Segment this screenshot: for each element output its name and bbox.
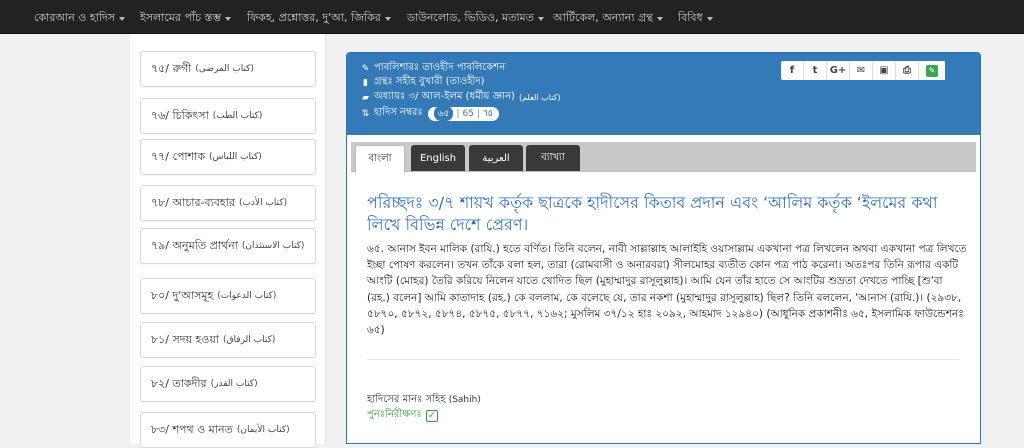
sidebar-item-arabic: (كتاب اللباس) xyxy=(209,152,262,162)
language-tabs: বাংলা English العربية ব্যাখ্যা xyxy=(351,142,976,173)
tab-arabic[interactable]: العربية xyxy=(469,145,523,171)
sidebar-item-softening[interactable]: ৮১/ সদয় হওয়া (كتاب الرقاق) xyxy=(140,322,316,358)
hadith-number-en: 65 xyxy=(462,108,474,119)
pdf-icon: ▣ xyxy=(879,65,889,76)
sidebar-item-arabic: (كتاب المرضى) xyxy=(195,64,254,74)
sidebar-item-patients[interactable]: ৭৫/ রুগী (كتاب المرضى) xyxy=(140,51,316,87)
nav-item-fiqh[interactable]: ফিকহ, প্রশ্নোত্তর, দু'আ, জিকির xyxy=(247,9,391,28)
recheck-label: পুনঃনিরীক্ষণঃ xyxy=(367,409,422,420)
google-plus-icon: G+ xyxy=(829,65,847,76)
pencil-icon: ✎ xyxy=(361,63,370,74)
section-title: পরিচ্ছদঃ ৩/৭ শায়খ কর্তৃক ছাত্রকে হাদীসে… xyxy=(367,193,938,234)
tab-english[interactable]: English xyxy=(411,145,465,171)
tab-explanation[interactable]: ব্যাখ্যা xyxy=(526,145,580,171)
nav-item-download[interactable]: ডাউনলোড, ভিডিও, মতামত xyxy=(407,9,544,28)
sidebar-item-arabic: (كتاب الأيمان) xyxy=(236,425,290,435)
sidebar-item-arabic: (كتاب الاستئذان) xyxy=(241,241,305,251)
nav-label: কোরআন ও হাদিস xyxy=(34,11,116,24)
hadith-number-badge: ৬৫ | 65 | ٦٥ xyxy=(427,106,499,121)
tab-label: العربية xyxy=(482,152,510,164)
sidebar-item-qadar[interactable]: ৮২/ তাকদীর (كتاب القدر) xyxy=(140,366,316,402)
sidebar-item-label: ৮১/ সদয় হওয়া xyxy=(151,332,220,346)
nav-label: আর্টিকেল, অন্যান্য গ্রন্থ xyxy=(553,11,653,24)
sidebar-item-label: ৭৭/ পোশাক xyxy=(151,149,206,163)
chapter-text[interactable]: অধ্যায়ঃ ৩/ আল-ইলম (ধর্মীয় জ্ঞান) xyxy=(374,89,515,106)
google-plus-share-button[interactable]: G+ xyxy=(827,61,850,80)
share-toolbar: f t G+ ✉ ▣ ⎙ ✎ xyxy=(781,61,945,80)
recheck-status: পুনঃনিরীক্ষণঃ ✓ xyxy=(367,407,438,424)
hadith-number-ar: ٦٥ xyxy=(483,108,493,119)
checkbox-checked-icon: ✓ xyxy=(425,409,438,422)
folder-icon: ▰ xyxy=(362,92,369,103)
edit-button[interactable]: ✎ xyxy=(919,61,945,80)
sidebar-item-supplications[interactable]: ৮০/ দু'আসমূহ (كتاب الدعوات) xyxy=(140,278,316,314)
sidebar-item-arabic: (كتاب الدعوات) xyxy=(217,291,277,301)
hadith-text: ৬৫. আনাস ইবন মালিক (রাযি.) হতে বর্ণিত। ত… xyxy=(367,243,967,337)
nav-label: বিবিধ xyxy=(678,11,703,24)
sidebar-item-arabic: (كتاب الطب) xyxy=(212,111,263,121)
sidebar-item-label: ৭৫/ রুগী xyxy=(151,61,192,75)
sidebar-item-dress[interactable]: ৭৭/ পোশাক (كتاب اللباس) xyxy=(140,139,316,175)
tab-label: বাংলা xyxy=(368,153,392,164)
chevron-down-icon xyxy=(656,16,663,21)
chevron-down-icon xyxy=(225,16,232,21)
edit-icon: ✎ xyxy=(926,64,938,77)
tab-label: ব্যাখ্যা xyxy=(541,151,565,163)
sidebar-item-label: ৭৬/ চিকিৎসা xyxy=(151,108,209,122)
twitter-share-button[interactable]: t xyxy=(804,61,827,80)
chapter-line: ▰ অধ্যায়ঃ ৩/ আল-ইলম (ধর্মীয় জ্ঞান) (كت… xyxy=(361,89,560,106)
grade-value: সহিহ xyxy=(425,394,446,405)
nav-item-five-pillars[interactable]: ইসলামের পাঁচ স্তম্ভ xyxy=(140,9,232,28)
email-share-button[interactable]: ✉ xyxy=(850,61,873,80)
facebook-share-button[interactable]: f xyxy=(781,61,804,80)
sort-icon: ⇅ xyxy=(361,108,370,119)
sidebar-item-label: ৮০/ দু'আসমূহ xyxy=(151,288,214,302)
sidebar-item-arabic: (كتاب الرقاق) xyxy=(223,335,276,345)
chapter-arabic: (كتاب العلم) xyxy=(518,93,561,102)
hadith-number-line: ⇅ হাদিস নম্বরঃ ৬৫ | 65 | ٦٥ xyxy=(361,105,499,122)
nav-item-quran-hadith[interactable]: কোরআন ও হাদিস xyxy=(34,9,126,28)
hadith-panel-header: ✎ পাবলিশারঃ তাওহীদ পাবলিকেশন ▮ গ্রন্থঃ স… xyxy=(347,53,980,135)
chapter-sidebar: ৭৫/ রুগী (كتاب المرضى) ৭৬/ চিকিৎসা (كتاب ا… xyxy=(130,34,326,448)
grade-english: (Sahih) xyxy=(448,395,481,405)
facebook-icon: f xyxy=(789,65,795,76)
pdf-button[interactable]: ▣ xyxy=(873,61,896,80)
chevron-down-icon xyxy=(537,16,544,21)
tab-bangla[interactable]: বাংলা xyxy=(355,145,405,173)
sidebar-item-arabic: (كتاب الأدب) xyxy=(238,198,288,208)
chevron-down-icon xyxy=(706,16,713,21)
separator: | xyxy=(476,108,480,119)
sidebar-item-manners[interactable]: ৭৮/ আচার-ব্যবহার (كتاب الأدب) xyxy=(140,185,316,221)
separator: | xyxy=(456,108,460,119)
chevron-down-icon xyxy=(384,16,391,21)
nav-item-articles[interactable]: আর্টিকেল, অন্যান্য গ্রন্থ xyxy=(553,9,663,28)
envelope-icon: ✉ xyxy=(856,65,866,76)
hadith-number-label: হাদিস নম্বরঃ xyxy=(374,107,423,118)
chevron-down-icon xyxy=(119,16,126,21)
sidebar-item-oaths[interactable]: ৮৩/ শপথ ও মানত (كتاب الأيمان) xyxy=(140,412,316,448)
sidebar-item-permission[interactable]: ৭৯/ অনুমতি প্রার্থনা (كتاب الاستئذان) xyxy=(140,228,316,264)
hadith-panel: ✎ পাবলিশারঃ তাওহীদ পাবলিকেশন ▮ গ্রন্থঃ স… xyxy=(346,52,981,444)
sidebar-item-label: ৮৩/ শপথ ও মানত xyxy=(151,422,233,436)
nav-label: ডাউনলোড, ভিডিও, মতামত xyxy=(407,11,534,24)
sidebar-item-label: ৭৮/ আচার-ব্যবহার xyxy=(151,195,235,209)
nav-label: ফিকহ, প্রশ্নোত্তর, দু'আ, জিকির xyxy=(247,11,381,24)
divider xyxy=(367,359,959,360)
tab-label: English xyxy=(419,152,457,164)
book-icon: ▮ xyxy=(363,77,368,88)
twitter-icon: t xyxy=(812,65,818,76)
grade-label: হাদিসের মানঃ xyxy=(367,394,423,405)
top-navbar: কোরআন ও হাদিস ইসলামের পাঁচ স্তম্ভ ফিকহ, … xyxy=(0,0,1024,34)
nav-label: ইসলামের পাঁচ স্তম্ভ xyxy=(140,11,222,24)
sidebar-item-medicine[interactable]: ৭৬/ চিকিৎসা (كتاب الطب) xyxy=(140,98,316,134)
print-icon: ⎙ xyxy=(903,65,911,76)
sidebar-item-arabic: (كتاب القدر) xyxy=(210,379,258,389)
nav-item-misc[interactable]: বিবিধ xyxy=(678,9,713,28)
sidebar-item-label: ৮২/ তাকদীর xyxy=(151,376,207,390)
print-button[interactable]: ⎙ xyxy=(896,61,919,80)
hadith-number-bn: ৬৫ xyxy=(433,106,454,121)
sidebar-item-label: ৭৯/ অনুমতি প্রার্থনা xyxy=(151,238,238,252)
